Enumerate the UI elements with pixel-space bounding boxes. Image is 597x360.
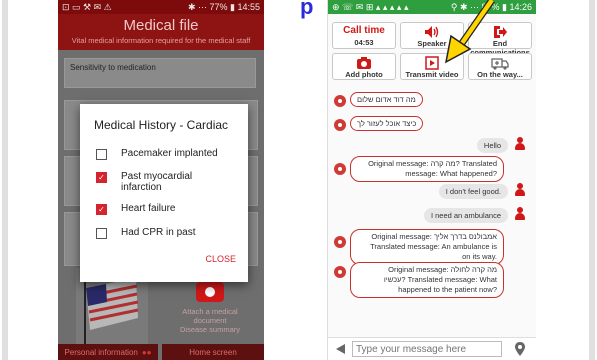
option-label: Pacemaker implanted bbox=[121, 148, 218, 159]
background-title-fragment: p bbox=[300, 0, 314, 19]
option-label: Had CPR in past bbox=[121, 227, 196, 238]
camera-icon bbox=[357, 57, 371, 69]
chat-message: Original message: מה קרה? Translated mes… bbox=[350, 156, 504, 182]
camera-icon bbox=[196, 278, 224, 302]
attach-document-tile[interactable]: Attach a medical document Disease summar… bbox=[164, 272, 256, 344]
message-line: happened to the patient now? bbox=[398, 285, 497, 294]
option-label: Past myocardial infarction bbox=[121, 171, 193, 193]
chat-message: מה דוד אדום שלום bbox=[350, 92, 423, 107]
page-title: Medical file bbox=[123, 17, 199, 34]
message-line: Original message: מה קרה? Translated bbox=[368, 159, 497, 168]
message-input-bar bbox=[328, 337, 536, 360]
status-icons-left: ⊕ ☏ ✉ ⊞ ▴ ▴ ▴ ▴ ▴ bbox=[332, 1, 409, 12]
call-time-button[interactable]: Call time 04:53 bbox=[332, 22, 396, 49]
chat-message: Original message: מה קרה לחולה עכשיו? Tr… bbox=[350, 262, 504, 298]
medical-history-dialog: Medical History - Cardiac Pacemaker impl… bbox=[80, 104, 248, 282]
chat-message: I don't feel good. bbox=[438, 184, 508, 199]
people-icon: ●● bbox=[141, 347, 152, 357]
transmit-video-label: Transmit video bbox=[405, 70, 459, 79]
message-line: on its way. bbox=[462, 252, 497, 261]
left-border-strip bbox=[2, 0, 8, 360]
gear-icon bbox=[334, 95, 346, 107]
right-border-strip bbox=[589, 0, 595, 360]
add-photo-label: Add photo bbox=[345, 70, 383, 79]
option-cpr[interactable]: Had CPR in past bbox=[80, 227, 248, 239]
checkbox-myocardial-infarction[interactable]: ✓ bbox=[96, 172, 107, 183]
personal-label: Personal information bbox=[64, 347, 138, 357]
user-icon bbox=[515, 137, 525, 151]
option-label: Heart failure bbox=[121, 203, 176, 214]
option-heart-failure[interactable]: ✓ Heart failure bbox=[80, 203, 248, 215]
on-the-way-label: On the way... bbox=[477, 70, 523, 79]
message-line: Translated message: An ambulance is bbox=[370, 242, 497, 251]
attach-line1: Attach a medical bbox=[182, 307, 238, 316]
message-line: Original message: מה קרה לחולה bbox=[388, 265, 497, 274]
location-pin-icon[interactable] bbox=[514, 341, 526, 357]
medical-file-header: Medical file Vital medical information r… bbox=[58, 14, 264, 50]
message-line: Original message: אמבולנס בדרך אליך bbox=[371, 232, 497, 241]
checkbox-pacemaker[interactable] bbox=[96, 149, 107, 160]
checkbox-heart-failure[interactable]: ✓ bbox=[96, 204, 107, 215]
call-time-value: 04:53 bbox=[354, 38, 374, 47]
yellow-arrow-annotation bbox=[444, 0, 495, 64]
attach-line2: document bbox=[193, 316, 227, 325]
home-screen-tab[interactable]: Home screen bbox=[162, 344, 264, 360]
page-subtitle: Vital medical information required for t… bbox=[71, 36, 251, 45]
gear-icon bbox=[334, 236, 346, 248]
personal-information-tab[interactable]: Personal information ●● bbox=[58, 344, 158, 360]
close-button[interactable]: CLOSE bbox=[205, 254, 236, 264]
sensitivity-field[interactable]: Sensitivity to medication bbox=[64, 58, 256, 88]
chat-message: Original message: אמבולנס בדרך אליך Tran… bbox=[350, 229, 504, 265]
add-photo-button[interactable]: Add photo bbox=[332, 53, 396, 80]
chat-message: Hello bbox=[476, 138, 508, 153]
back-arrow-icon[interactable] bbox=[334, 343, 346, 355]
message-line: message: What happened? bbox=[405, 169, 497, 178]
checkbox-cpr[interactable] bbox=[96, 228, 107, 239]
chat-message: I need an ambulance bbox=[423, 208, 508, 223]
home-label: Home screen bbox=[189, 347, 237, 357]
user-icon bbox=[515, 207, 525, 221]
chat-message: כיצד אוכל לעזור לך bbox=[350, 116, 424, 131]
left-status-bar: ⊡ ▭ ⚒ ✉ ⚠ ✱ ⋯ 77% ▮ 14:55 bbox=[58, 0, 264, 14]
message-input[interactable] bbox=[352, 341, 502, 357]
option-pacemaker[interactable]: Pacemaker implanted bbox=[80, 148, 248, 160]
call-time-label: Call time bbox=[343, 25, 385, 36]
status-icons-right: ✱ ⋯ 77% ▮ 14:55 bbox=[187, 1, 260, 12]
dialog-title: Medical History - Cardiac bbox=[94, 118, 229, 132]
status-icons-left: ⊡ ▭ ⚒ ✉ ⚠ bbox=[62, 1, 112, 12]
option-myocardial-infarction[interactable]: ✓ Past myocardial infarction bbox=[80, 171, 248, 193]
attach-line3: Disease summary bbox=[179, 325, 240, 334]
user-icon bbox=[515, 183, 525, 197]
gear-icon bbox=[334, 163, 346, 175]
gear-icon bbox=[334, 266, 346, 278]
message-line: עכשיו? Translated message: What bbox=[383, 275, 497, 284]
gear-icon bbox=[334, 119, 346, 131]
